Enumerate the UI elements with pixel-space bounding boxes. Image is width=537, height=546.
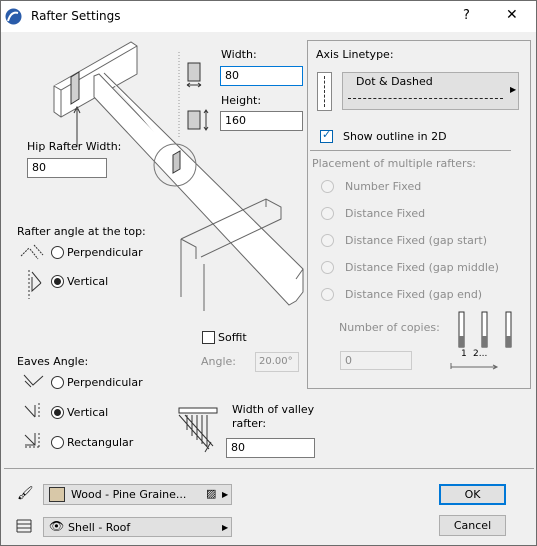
linetype-value: Dot & Dashed (356, 75, 433, 88)
layer-dropdown[interactable]: 👁 Shell - Roof ▶ (43, 517, 232, 537)
placement-label: Placement of multiple rafters: (312, 157, 477, 170)
valley-width-input[interactable]: 80 (226, 438, 315, 458)
show-outline-checkbox[interactable]: ✓ (320, 128, 333, 143)
eaves-vertical-label: Vertical (67, 406, 109, 419)
eaves-rectangular-radio[interactable] (51, 436, 64, 449)
top-vertical-label: Vertical (67, 275, 109, 288)
height-input[interactable]: 160 (220, 111, 303, 131)
material-value: Wood - Pine Graine... (71, 488, 187, 501)
show-outline-label: Show outline in 2D (343, 130, 447, 143)
close-button[interactable]: ✕ (506, 7, 518, 23)
dropdown-arrow-icon: ▶ (222, 523, 229, 532)
gap-start-label: Distance Fixed (gap start) (345, 234, 488, 247)
bottom-divider (4, 468, 534, 469)
hip-rafter-width-label: Hip Rafter Width: (27, 140, 122, 153)
top-vertical-radio[interactable] (51, 275, 64, 288)
eye-icon: 👁 (49, 519, 65, 533)
width-input[interactable]: 80 (220, 66, 303, 86)
axis-linetype-dropdown[interactable]: Dot & Dashed ▶ (342, 72, 519, 110)
dropdown-arrow-icon: ▶ (510, 85, 517, 94)
gap-end-radio[interactable] (321, 288, 334, 301)
gap-middle-label: Distance Fixed (gap middle) (345, 261, 499, 274)
height-label: Height: (221, 94, 262, 107)
eaves-angle-label: Eaves Angle: (17, 355, 89, 368)
number-fixed-label: Number Fixed (345, 180, 422, 193)
linetype-sample (348, 98, 503, 99)
angle-label: Angle: (201, 355, 237, 368)
number-fixed-radio[interactable] (321, 180, 334, 193)
ok-button[interactable]: OK (439, 484, 506, 505)
eaves-perpendicular-label: Perpendicular (67, 376, 143, 389)
distance-fixed-label: Distance Fixed (345, 207, 426, 220)
layers-icon (16, 519, 32, 533)
picture-icon: ▨ (206, 487, 217, 500)
material-dropdown[interactable]: Wood - Pine Graine... ▨ ▶ (43, 484, 232, 505)
eaves-vertical-radio[interactable] (51, 406, 64, 419)
eaves-perpendicular-radio[interactable] (51, 376, 64, 389)
copies-label: Number of copies: (339, 321, 440, 334)
copies-input[interactable]: 0 (340, 351, 412, 370)
top-angle-label: Rafter angle at the top: (17, 225, 146, 238)
top-angle-icons (20, 244, 44, 299)
eaves-rectangular-label: Rectangular (67, 436, 134, 449)
top-perpendicular-label: Perpendicular (67, 246, 143, 259)
top-perpendicular-radio[interactable] (51, 246, 64, 259)
axis-linetype-label: Axis Linetype: (316, 48, 394, 61)
paintbrush-icon: 🖌 (17, 486, 34, 501)
dialog-title: Rafter Settings (31, 9, 121, 23)
copies-diagram-label-2: 2... (473, 349, 488, 359)
valley-rafter-icon (178, 407, 218, 453)
angle-input[interactable]: 20.00° (255, 352, 299, 372)
gap-end-label: Distance Fixed (gap end) (345, 288, 483, 301)
material-swatch (49, 487, 65, 502)
valley-width-label-2: rafter: (232, 417, 267, 430)
eaves-angle-icons (23, 374, 44, 448)
gap-middle-radio[interactable] (321, 261, 334, 274)
layer-value: Shell - Roof (68, 521, 131, 534)
rafter-settings-dialog: Rafter Settings ? ✕ Width: 80 Height: 16… (0, 0, 537, 546)
copies-diagram-icon (458, 311, 512, 348)
dropdown-arrow-icon: ▶ (222, 490, 229, 499)
arrow-icon (450, 363, 499, 370)
copies-diagram-label-1: 1 (461, 349, 467, 359)
help-button[interactable]: ? (463, 8, 470, 23)
linetype-preview (317, 72, 332, 111)
soffit-label: Soffit (218, 331, 247, 344)
width-label: Width: (221, 48, 257, 61)
divider (310, 150, 511, 151)
cancel-button[interactable]: Cancel (439, 515, 506, 536)
hip-rafter-width-input[interactable]: 80 (27, 158, 107, 178)
title-bar: Rafter Settings ? ✕ (1, 1, 536, 32)
distance-fixed-radio[interactable] (321, 207, 334, 220)
soffit-checkbox[interactable] (202, 331, 215, 344)
app-logo-icon (5, 8, 22, 25)
width-height-icons (186, 62, 209, 131)
valley-width-label-1: Width of valley (232, 403, 315, 416)
gap-start-radio[interactable] (321, 234, 334, 247)
